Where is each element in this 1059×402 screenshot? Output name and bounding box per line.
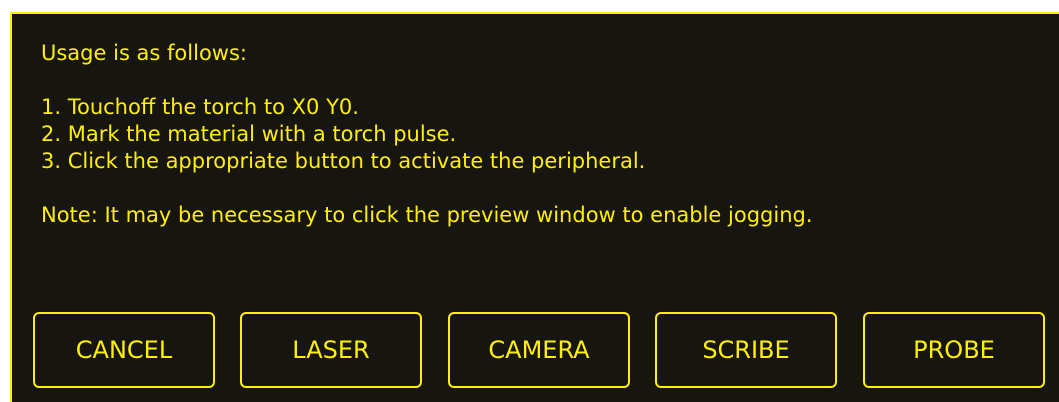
laser-button[interactable]: LASER (240, 312, 422, 388)
usage-step-1: 1. Touchoff the torch to X0 Y0. (41, 95, 359, 119)
usage-note: Note: It may be necessary to click the p… (41, 203, 813, 227)
cancel-button[interactable]: CANCEL (33, 312, 215, 388)
usage-heading: Usage is as follows: (41, 41, 247, 65)
offsets-dialog: Usage is as follows: 1. Touchoff the tor… (10, 12, 1059, 402)
probe-button[interactable]: PROBE (863, 312, 1045, 388)
usage-message: Usage is as follows: 1. Touchoff the tor… (41, 40, 813, 229)
button-row: CANCEL LASER CAMERA SCRIBE PROBE (33, 312, 1045, 388)
camera-button[interactable]: CAMERA (448, 312, 630, 388)
usage-step-3: 3. Click the appropriate button to activ… (41, 149, 646, 173)
usage-step-2: 2. Mark the material with a torch pulse. (41, 122, 457, 146)
scribe-button[interactable]: SCRIBE (655, 312, 837, 388)
